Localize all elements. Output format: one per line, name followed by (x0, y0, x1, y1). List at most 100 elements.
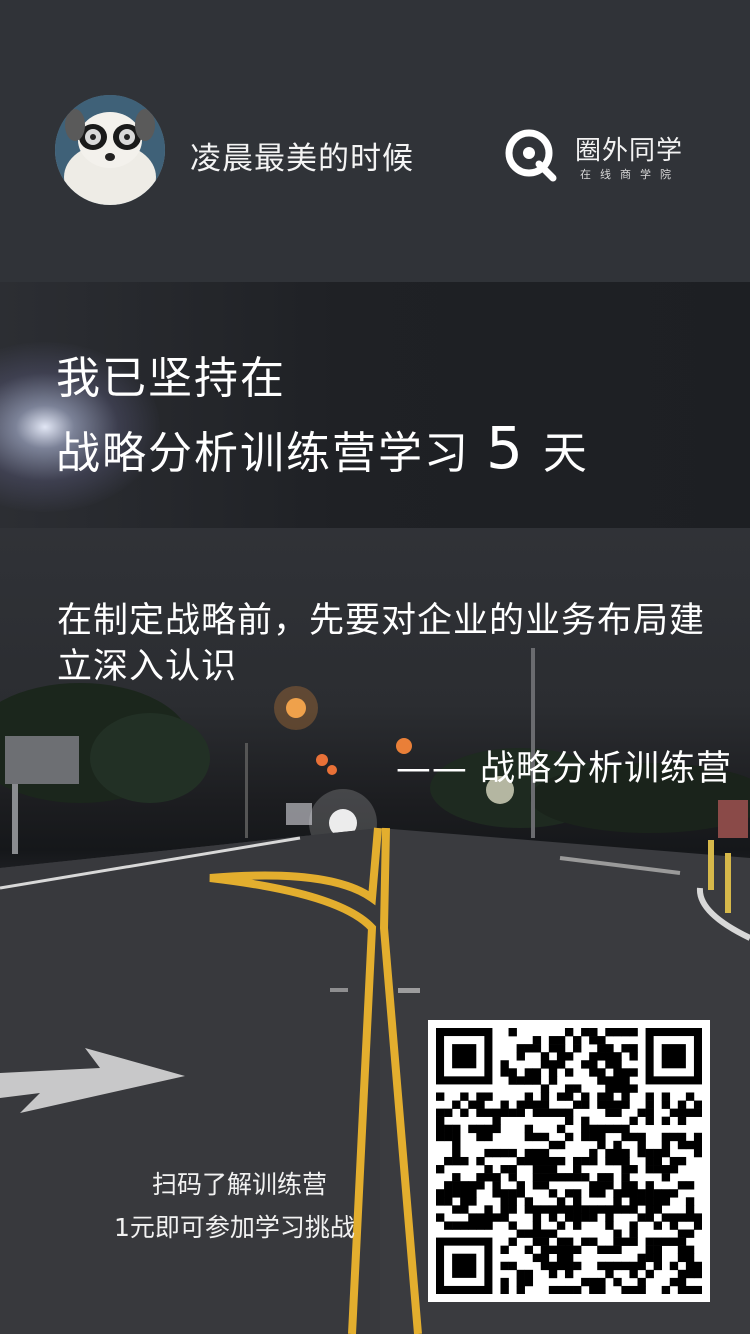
qr-module (573, 1165, 582, 1174)
qr-module (492, 1181, 501, 1190)
qr-module (613, 1068, 622, 1077)
qr-module (589, 1205, 598, 1214)
qr-module (621, 1028, 630, 1037)
qr-module (621, 1181, 630, 1190)
qr-module (669, 1221, 679, 1230)
qr-module (645, 1237, 654, 1246)
qr-module (573, 1221, 582, 1230)
qr-module (621, 1084, 630, 1093)
qr-module (589, 1052, 598, 1061)
qr-module (508, 1261, 517, 1271)
qr-module (524, 1156, 534, 1166)
qr-module (508, 1221, 517, 1230)
qr-module (605, 1060, 614, 1069)
qr-finder (661, 1044, 686, 1069)
qr-module (573, 1285, 582, 1294)
qr-module (677, 1213, 687, 1222)
qr-module (685, 1213, 695, 1222)
qr-module (653, 1205, 662, 1214)
qr-code[interactable] (428, 1020, 710, 1302)
qr-module (444, 1124, 453, 1134)
qr-module (597, 1140, 606, 1150)
qr-module (693, 1108, 702, 1117)
qr-module (436, 1197, 445, 1206)
qr-module (589, 1285, 598, 1294)
qr-module (661, 1197, 671, 1206)
qr-module (516, 1100, 525, 1109)
cta-line2: 1元即可参加学习挑战 (114, 1213, 355, 1242)
qr-module (597, 1173, 606, 1182)
qr-module (693, 1269, 702, 1279)
qr-module (693, 1221, 702, 1230)
qr-module (637, 1108, 646, 1117)
qr-module (548, 1213, 558, 1222)
qr-module (540, 1132, 550, 1142)
qr-module (548, 1060, 558, 1069)
qr-module (556, 1173, 566, 1182)
qr-module (589, 1148, 598, 1158)
qr-module (685, 1108, 695, 1117)
qr-module (556, 1124, 566, 1134)
qr-module (581, 1124, 590, 1134)
qr-module (492, 1108, 501, 1117)
qr-module (581, 1060, 590, 1069)
qr-module (621, 1285, 630, 1294)
qr-module (516, 1108, 525, 1117)
qr-module (484, 1092, 493, 1101)
qr-module (524, 1229, 534, 1238)
qr-module (500, 1148, 509, 1158)
qr-module (436, 1189, 445, 1198)
qr-module (645, 1253, 654, 1263)
qr-module (452, 1221, 461, 1230)
qr-module (500, 1165, 509, 1174)
qr-module (556, 1237, 566, 1246)
cta-line1: 扫码了解训练营 (152, 1170, 328, 1199)
qr-module (629, 1084, 638, 1093)
username: 凌晨最美的时候 (190, 141, 414, 177)
qr-module (532, 1148, 542, 1158)
qr-module (629, 1237, 638, 1246)
qr-module (621, 1132, 630, 1142)
qr-module (468, 1124, 477, 1134)
qr-module (484, 1221, 493, 1230)
qr-module (452, 1205, 461, 1214)
qr-module (468, 1189, 477, 1198)
qr-module (460, 1092, 469, 1101)
qr-module (548, 1245, 558, 1254)
qr-module (653, 1221, 662, 1230)
qr-module (548, 1165, 558, 1174)
qr-module (476, 1124, 485, 1134)
qr-module (613, 1052, 622, 1061)
qr-module (484, 1173, 493, 1182)
qr-module (621, 1044, 630, 1053)
qr-module (693, 1132, 702, 1142)
qr-module (540, 1253, 550, 1263)
qr-module (484, 1165, 493, 1174)
qr-module (589, 1277, 598, 1287)
qr-module (605, 1100, 614, 1109)
qr-module (645, 1213, 654, 1222)
qr-module (492, 1148, 501, 1158)
qr-module (661, 1173, 671, 1182)
qr-module (444, 1156, 453, 1166)
qr-module (540, 1205, 550, 1214)
qr-module (677, 1100, 687, 1109)
qr-module (661, 1116, 671, 1126)
qr-module (532, 1165, 542, 1174)
qr-module (524, 1269, 534, 1279)
qr-module (460, 1205, 469, 1214)
qr-module (476, 1173, 485, 1182)
qr-module (693, 1213, 702, 1222)
qr-module (605, 1205, 614, 1214)
qr-module (597, 1068, 606, 1077)
avatar[interactable] (55, 95, 165, 205)
qr-module (613, 1140, 622, 1150)
qr-module (532, 1132, 542, 1142)
qr-module (661, 1140, 671, 1150)
qr-module (605, 1044, 614, 1053)
qr-module (573, 1044, 582, 1053)
qr-module (556, 1156, 566, 1166)
qr-module (500, 1108, 509, 1117)
qr-module (516, 1052, 525, 1061)
qr-module (581, 1173, 590, 1182)
